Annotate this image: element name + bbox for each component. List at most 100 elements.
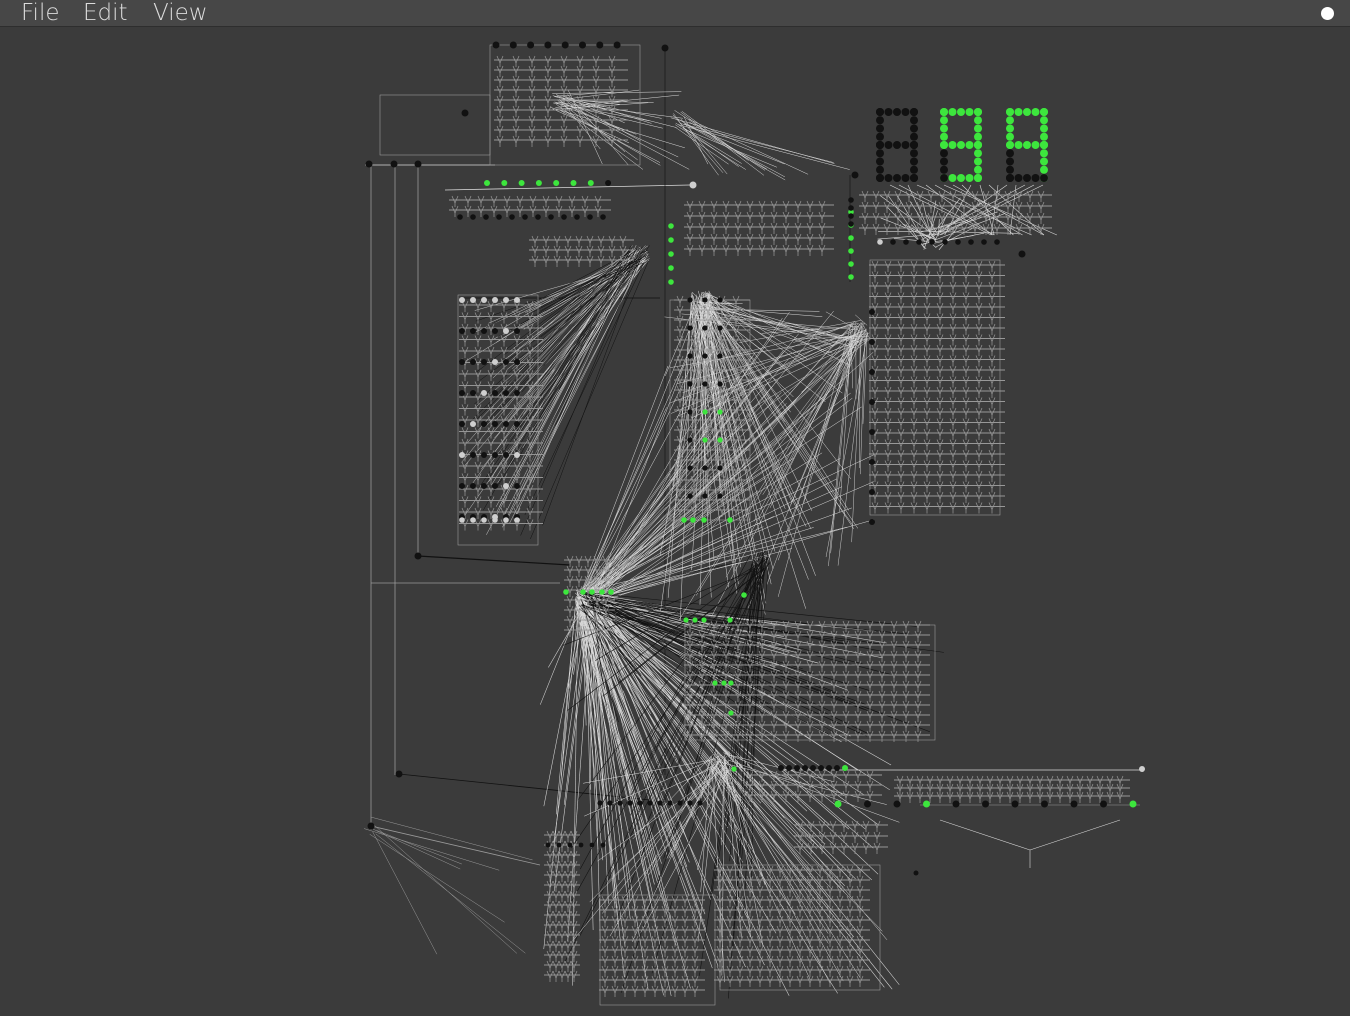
circuit-node[interactable]	[717, 353, 723, 359]
circuit-node[interactable]	[503, 359, 509, 365]
circuit-node[interactable]	[492, 41, 500, 49]
circuit-node[interactable]	[1011, 800, 1019, 808]
circuit-node[interactable]	[877, 239, 883, 245]
circuit-node[interactable]	[579, 41, 586, 49]
circuit-node[interactable]	[535, 180, 542, 186]
circuit-node[interactable]	[702, 297, 708, 303]
circuit-node[interactable]	[657, 800, 663, 806]
circuit-node[interactable]	[459, 297, 465, 303]
circuit-node[interactable]	[589, 589, 595, 595]
circuit-node[interactable]	[717, 409, 723, 415]
circuit-node[interactable]	[690, 517, 696, 523]
circuit-node[interactable]	[689, 181, 697, 189]
circuit-node[interactable]	[501, 180, 508, 186]
circuit-node[interactable]	[721, 680, 727, 686]
circuit-node[interactable]	[701, 617, 707, 623]
circuit-node[interactable]	[509, 214, 515, 220]
circuit-node[interactable]	[600, 214, 606, 220]
circuit-node[interactable]	[929, 239, 935, 245]
circuit-node[interactable]	[717, 493, 723, 499]
circuit-node[interactable]	[492, 328, 498, 334]
circuit-node[interactable]	[503, 452, 509, 458]
circuit-node[interactable]	[553, 180, 560, 186]
circuit-node[interactable]	[589, 842, 595, 848]
circuit-node[interactable]	[567, 842, 573, 848]
circuit-node[interactable]	[470, 452, 476, 458]
circuit-node[interactable]	[955, 239, 961, 245]
menu-view[interactable]: View	[153, 0, 208, 27]
circuit-node[interactable]	[1041, 800, 1048, 808]
circuit-node[interactable]	[869, 519, 875, 525]
circuit-node[interactable]	[778, 765, 784, 771]
circuit-node[interactable]	[848, 221, 854, 227]
circuit-node[interactable]	[503, 390, 509, 396]
circuit-node[interactable]	[741, 592, 747, 598]
circuit-node[interactable]	[607, 800, 613, 806]
circuit-node[interactable]	[842, 765, 848, 771]
circuit-node[interactable]	[481, 452, 487, 458]
circuit-node[interactable]	[617, 800, 623, 806]
circuit-node[interactable]	[570, 180, 577, 186]
circuit-node[interactable]	[548, 214, 554, 220]
circuit-node[interactable]	[492, 483, 498, 489]
circuit-node[interactable]	[514, 297, 520, 303]
circuit-node[interactable]	[600, 842, 606, 848]
status-indicator-icon[interactable]	[1321, 7, 1334, 20]
circuit-node[interactable]	[390, 160, 398, 168]
circuit-node[interactable]	[667, 800, 673, 806]
circuit-node[interactable]	[848, 235, 854, 241]
circuit-node[interactable]	[848, 274, 854, 280]
circuit-node[interactable]	[492, 390, 498, 396]
circuit-node[interactable]	[848, 205, 854, 211]
circuit-node[interactable]	[1070, 800, 1078, 808]
circuit-node[interactable]	[597, 800, 603, 806]
menu-file[interactable]: File	[21, 0, 60, 27]
circuit-diagram[interactable]	[0, 27, 1350, 1016]
circuit-node[interactable]	[578, 842, 584, 848]
circuit-node[interactable]	[496, 214, 502, 220]
circuit-node[interactable]	[697, 800, 703, 806]
circuit-node[interactable]	[702, 325, 708, 331]
circuit-node[interactable]	[492, 517, 498, 523]
circuit-node[interactable]	[826, 765, 832, 771]
circuit-node[interactable]	[514, 483, 520, 489]
circuit-node[interactable]	[459, 452, 465, 458]
circuit-node[interactable]	[869, 339, 875, 345]
circuit-node[interactable]	[661, 44, 669, 52]
circuit-node[interactable]	[481, 297, 487, 303]
circuit-node[interactable]	[459, 328, 465, 334]
circuit-node[interactable]	[503, 297, 509, 303]
circuit-node[interactable]	[728, 710, 734, 716]
circuit-node[interactable]	[818, 765, 824, 771]
circuit-node[interactable]	[727, 517, 733, 523]
circuit-node[interactable]	[470, 421, 476, 427]
circuit-node[interactable]	[561, 41, 569, 49]
circuit-node[interactable]	[834, 800, 842, 808]
circuit-node[interactable]	[1139, 766, 1145, 772]
circuit-node[interactable]	[514, 328, 520, 334]
circuit-node[interactable]	[731, 766, 737, 772]
circuit-node[interactable]	[810, 765, 816, 771]
circuit-node[interactable]	[470, 214, 476, 220]
circuit-node[interactable]	[514, 452, 520, 458]
circuit-node[interactable]	[717, 325, 723, 331]
circuit-node[interactable]	[527, 41, 535, 49]
circuit-node[interactable]	[556, 842, 562, 848]
circuit-node[interactable]	[470, 390, 476, 396]
circuit-node[interactable]	[677, 800, 683, 806]
circuit-node[interactable]	[1129, 800, 1137, 808]
circuit-node[interactable]	[869, 309, 875, 315]
circuit-node[interactable]	[1100, 800, 1107, 808]
circuit-node[interactable]	[701, 517, 707, 523]
circuit-node[interactable]	[681, 517, 687, 523]
circuit-node[interactable]	[687, 297, 693, 303]
circuit-node[interactable]	[869, 369, 875, 375]
circuit-node[interactable]	[627, 800, 633, 806]
circuit-node[interactable]	[668, 265, 674, 271]
circuit-node[interactable]	[903, 239, 909, 245]
circuit-node[interactable]	[481, 483, 487, 489]
circuit-node[interactable]	[687, 409, 693, 415]
circuit-node[interactable]	[503, 328, 509, 334]
circuit-node[interactable]	[613, 41, 621, 49]
circuit-node[interactable]	[982, 800, 989, 808]
